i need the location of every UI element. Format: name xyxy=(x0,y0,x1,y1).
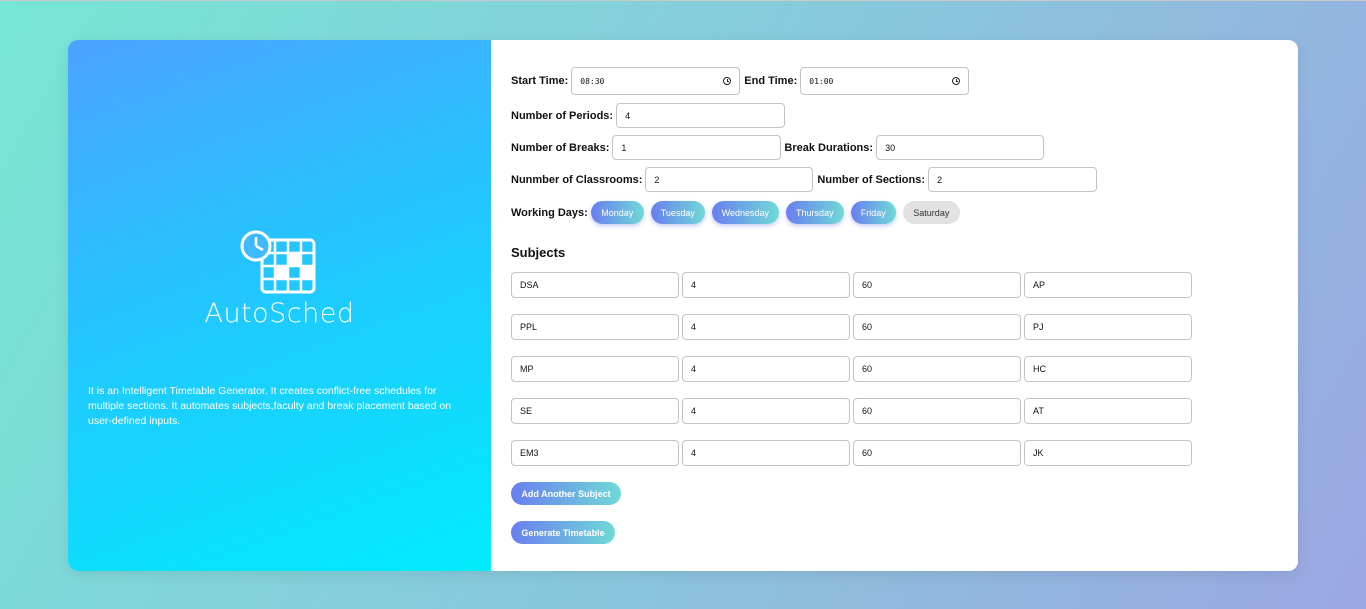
subject-faculty-input[interactable]: JK xyxy=(1024,440,1192,466)
num-classrooms-input[interactable]: 2 xyxy=(645,167,814,192)
form-panel: Start Time: 08:30 End Time: 01:00 Number… xyxy=(491,40,1298,571)
subject-name-input[interactable]: EM3 xyxy=(511,440,679,466)
num-sections-input[interactable]: 2 xyxy=(928,167,1097,192)
subject-row: DSA 4 60 AP xyxy=(511,272,1195,298)
subject-faculty-input[interactable]: PJ xyxy=(1024,314,1192,340)
generate-timetable-button[interactable]: Generate Timetable xyxy=(511,521,615,544)
end-time-label: End Time: xyxy=(744,75,798,87)
num-classrooms-label: Nunmber of Classrooms: xyxy=(511,173,643,186)
end-time-value: 01:00 xyxy=(809,76,834,86)
num-breaks-label: Number of Breaks: xyxy=(511,141,610,154)
logo: AutoSched xyxy=(68,230,491,329)
brand-description: It is an Intelligent Timetable Generator… xyxy=(88,385,452,427)
day-toggle-monday[interactable]: Monday xyxy=(590,201,644,224)
num-breaks-input[interactable]: 1 xyxy=(612,135,782,160)
subject-periods-input[interactable]: 4 xyxy=(682,356,850,382)
day-toggle-thursday[interactable]: Thursday xyxy=(785,201,844,224)
subject-duration-input[interactable]: 60 xyxy=(853,398,1021,424)
day-toggle-saturday[interactable]: Saturday xyxy=(902,201,960,224)
subject-name-input[interactable]: MP xyxy=(511,356,679,382)
subject-row: SE 4 60 AT xyxy=(511,398,1195,424)
subject-faculty-input[interactable]: AT xyxy=(1024,398,1192,424)
subject-faculty-input[interactable]: AP xyxy=(1024,272,1192,298)
day-toggle-friday[interactable]: Friday xyxy=(850,201,896,224)
calendar-clock-icon xyxy=(240,230,315,294)
subject-row: EM3 4 60 JK xyxy=(511,440,1195,466)
subjects-heading: Subjects xyxy=(511,245,566,260)
time-row: Start Time: 08:30 End Time: 01:00 xyxy=(511,67,970,95)
add-subject-button[interactable]: Add Another Subject xyxy=(511,482,621,505)
start-time-label: Start Time: xyxy=(511,75,569,87)
subject-periods-input[interactable]: 4 xyxy=(682,314,850,340)
clock-icon[interactable] xyxy=(723,77,732,85)
start-time-value: 08:30 xyxy=(580,76,605,86)
subject-faculty-input[interactable]: HC xyxy=(1024,356,1192,382)
subject-duration-input[interactable]: 60 xyxy=(853,314,1021,340)
subject-duration-input[interactable]: 60 xyxy=(853,356,1021,382)
subject-name-input[interactable]: DSA xyxy=(511,272,679,298)
subject-row: PPL 4 60 PJ xyxy=(511,314,1195,340)
working-days-row: Working Days: Monday Tuesday Wednesday T… xyxy=(511,201,967,224)
clock-icon[interactable] xyxy=(952,77,961,85)
num-periods-label: Number of Periods: xyxy=(511,109,614,122)
main-card: AutoSched It is an Intelligent Timetable… xyxy=(68,40,1298,571)
start-time-input[interactable]: 08:30 xyxy=(571,67,741,95)
subject-duration-input[interactable]: 60 xyxy=(853,272,1021,298)
subject-periods-input[interactable]: 4 xyxy=(682,398,850,424)
subject-name-input[interactable]: SE xyxy=(511,398,679,424)
periods-row: Number of Periods: 4 xyxy=(511,103,786,128)
break-durations-input[interactable]: 30 xyxy=(876,135,1045,160)
brand-name: AutoSched xyxy=(204,298,355,329)
end-time-input[interactable]: 01:00 xyxy=(800,67,970,95)
classrooms-row: Nunmber of Classrooms: 2 Number of Secti… xyxy=(511,167,1097,192)
breaks-row: Number of Breaks: 1 Break Durations: 30 xyxy=(511,135,1045,160)
subject-name-input[interactable]: PPL xyxy=(511,314,679,340)
num-sections-label: Number of Sections: xyxy=(817,173,925,186)
subject-periods-input[interactable]: 4 xyxy=(682,272,850,298)
subject-periods-input[interactable]: 4 xyxy=(682,440,850,466)
top-border xyxy=(0,0,1366,1)
subject-row: MP 4 60 HC xyxy=(511,356,1195,382)
break-durations-label: Break Durations: xyxy=(784,141,874,154)
working-days-label: Working Days: xyxy=(511,206,588,219)
brand-panel: AutoSched It is an Intelligent Timetable… xyxy=(68,40,491,571)
subject-duration-input[interactable]: 60 xyxy=(853,440,1021,466)
day-toggle-wednesday[interactable]: Wednesday xyxy=(711,201,779,224)
num-periods-input[interactable]: 4 xyxy=(616,103,786,128)
day-toggle-tuesday[interactable]: Tuesday xyxy=(650,201,705,224)
